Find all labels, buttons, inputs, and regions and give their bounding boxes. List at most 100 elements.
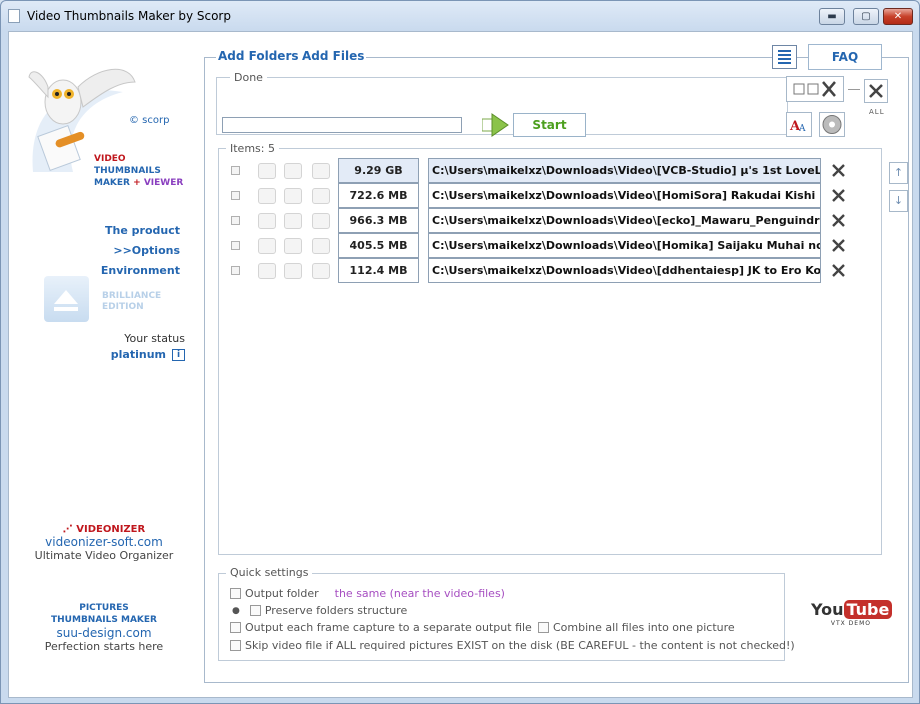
preserve-structure-option[interactable]: ● Preserve folders structure [232, 604, 407, 617]
brand-line-3-plus: + [133, 178, 141, 188]
table-row[interactable]: 405.5 MB C:\Users\maikelxz\Downloads\Vid… [224, 233, 854, 258]
remove-icon[interactable] [830, 262, 847, 279]
move-up-icon[interactable]: ↑ [889, 162, 908, 184]
promo-pictures: PICTURES THUMBNAILS MAKER suu-design.com… [9, 602, 199, 653]
row-checkbox[interactable] [231, 191, 240, 200]
combine-checkbox[interactable] [538, 622, 549, 633]
row-path[interactable]: C:\Users\maikelxz\Downloads\Video\[VCB-S… [428, 158, 821, 183]
remove-icon[interactable] [830, 237, 847, 254]
row-checkbox[interactable] [231, 241, 240, 250]
brilliance-line-1: BRILLIANCE [102, 291, 162, 301]
table-row[interactable]: 722.6 MB C:\Users\maikelxz\Downloads\Vid… [224, 183, 854, 208]
skip-checkbox[interactable] [230, 640, 241, 651]
svg-text:A: A [798, 124, 806, 134]
brand-line-3-maker: MAKER [94, 178, 130, 188]
close-icon[interactable]: ✕ [883, 8, 913, 25]
brand-line-3-viewer: VIEWER [143, 178, 184, 188]
output-folder-option[interactable]: Output folder the same (near the video-f… [230, 587, 505, 600]
sidebar-item-product[interactable]: The product [101, 223, 180, 243]
pictures-name-line-2: THUMBNAILS MAKER [51, 615, 157, 625]
items-count: Items: 5 [226, 142, 279, 155]
row-path[interactable]: C:\Users\maikelxz\Downloads\Video\[ddhen… [428, 258, 821, 283]
remove-icon[interactable] [830, 162, 847, 179]
disc-icon[interactable] [819, 112, 845, 137]
info-icon[interactable]: i [172, 348, 185, 361]
quick-settings-label: Quick settings [226, 566, 313, 579]
move-down-icon[interactable]: ↓ [889, 190, 908, 212]
preserve-structure-checkbox[interactable] [249, 605, 261, 616]
check-mark-icon[interactable] [258, 188, 276, 204]
remove-icon[interactable] [830, 212, 847, 229]
start-button[interactable]: Start [513, 113, 586, 137]
table-row[interactable]: 966.3 MB C:\Users\maikelxz\Downloads\Vid… [224, 208, 854, 233]
thumbnails-icon[interactable] [312, 238, 330, 254]
row-size: 966.3 MB [338, 208, 419, 233]
status-label: Your status [124, 332, 185, 345]
youtube-you: You [811, 600, 844, 619]
row-checkbox[interactable] [231, 216, 240, 225]
output-folder-value[interactable]: the same (near the video-files) [335, 587, 505, 600]
brand-line-1: VIDEO [94, 154, 126, 164]
settings-icon[interactable] [284, 163, 302, 179]
minimize-icon[interactable]: ▬ [819, 8, 845, 25]
youtube-logo[interactable]: You Tube VTX DEMO [811, 600, 893, 636]
row-path[interactable]: C:\Users\maikelxz\Downloads\Video\[ecko]… [428, 208, 821, 233]
status-text: platinum [110, 348, 166, 361]
output-folder-label: Output folder [245, 587, 319, 600]
thumbnails-icon[interactable] [312, 163, 330, 179]
thumbnails-icon[interactable] [312, 213, 330, 229]
row-size: 9.29 GB [338, 158, 419, 183]
each-frame-label: Output each frame capture to a separate … [245, 621, 532, 634]
settings-icon[interactable] [284, 213, 302, 229]
row-checkbox[interactable] [231, 266, 240, 275]
row-size: 112.4 MB [338, 258, 419, 283]
remove-all-label: ALL [869, 108, 885, 116]
list-view-icon[interactable] [772, 45, 797, 69]
combine-label: Combine all files into one picture [553, 621, 735, 634]
sidebar-item-options[interactable]: >>Options [101, 243, 180, 263]
youtube-tube: Tube [843, 600, 893, 619]
pictures-name-line-1: PICTURES [79, 603, 129, 613]
pictures-link[interactable]: suu-design.com [9, 626, 199, 640]
faq-button[interactable]: FAQ [808, 44, 882, 70]
each-frame-option[interactable]: Output each frame capture to a separate … [230, 621, 532, 634]
app-window: Video Thumbnails Maker by Scorp ▬ ▢ ✕ © … [0, 0, 920, 704]
add-files-link[interactable]: Add Files [300, 49, 367, 63]
check-mark-icon[interactable] [258, 238, 276, 254]
sidebar-nav: The product >>Options Environment [101, 223, 180, 283]
check-mark-icon[interactable] [258, 213, 276, 229]
add-folders-link[interactable]: Add Folders [216, 49, 301, 63]
remove-all-icon[interactable] [864, 79, 888, 103]
maximize-icon[interactable]: ▢ [853, 8, 879, 25]
brand-name: VIDEO THUMBNAILS MAKER + VIEWER [94, 153, 183, 189]
videonizer-link[interactable]: videonizer-soft.com [9, 535, 199, 549]
title-bar: Video Thumbnails Maker by Scorp ▬ ▢ ✕ [1, 1, 919, 31]
play-icon[interactable] [482, 113, 512, 137]
combine-option[interactable]: Combine all files into one picture [538, 621, 735, 634]
each-frame-checkbox[interactable] [230, 622, 241, 633]
brilliance-edition: BRILLIANCE EDITION [102, 291, 161, 313]
check-mark-icon[interactable] [258, 163, 276, 179]
select-all-toggle-icon[interactable] [786, 76, 844, 102]
settings-icon[interactable] [284, 238, 302, 254]
status-value: platinum i [111, 348, 185, 361]
eject-icon[interactable] [44, 276, 89, 322]
output-folder-checkbox[interactable] [230, 588, 241, 599]
settings-icon[interactable] [284, 263, 302, 279]
font-settings-icon[interactable]: A A [786, 112, 812, 137]
skip-option[interactable]: Skip video file if ALL required pictures… [230, 639, 795, 652]
preserve-structure-label: Preserve folders structure [264, 604, 408, 617]
check-mark-icon[interactable] [258, 263, 276, 279]
table-row[interactable]: 9.29 GB C:\Users\maikelxz\Downloads\Vide… [224, 158, 854, 183]
client-area: © scorp VIDEO THUMBNAILS MAKER + VIEWER … [8, 31, 913, 698]
remove-icon[interactable] [830, 187, 847, 204]
thumbnails-icon[interactable] [312, 263, 330, 279]
table-row[interactable]: 112.4 MB C:\Users\maikelxz\Downloads\Vid… [224, 258, 854, 283]
row-path[interactable]: C:\Users\maikelxz\Downloads\Video\[Homik… [428, 233, 821, 258]
row-path[interactable]: C:\Users\maikelxz\Downloads\Video\[HomiS… [428, 183, 821, 208]
sidebar-item-environment[interactable]: Environment [101, 263, 180, 283]
promo-videonizer: ⋰ VIDEONIZER videonizer-soft.com Ultimat… [9, 524, 199, 562]
row-checkbox[interactable] [231, 166, 240, 175]
thumbnails-icon[interactable] [312, 188, 330, 204]
settings-icon[interactable] [284, 188, 302, 204]
